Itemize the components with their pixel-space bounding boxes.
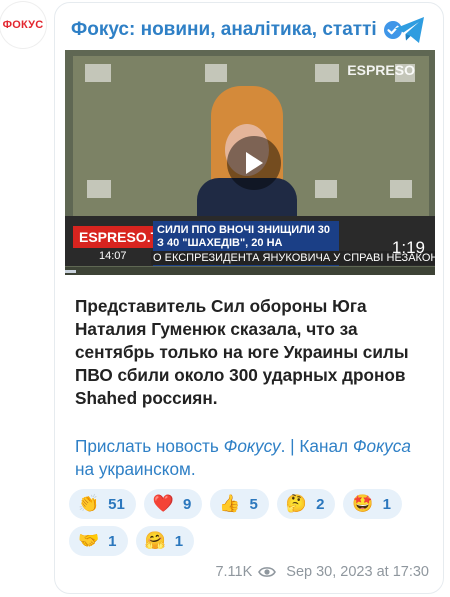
reaction-count: 2 xyxy=(316,495,325,513)
channel-watermark: ESPRESO xyxy=(347,62,415,78)
reaction-emoji-icon: 🤝 xyxy=(78,531,100,551)
channel-title[interactable]: Фокус: новини, аналітика, статті xyxy=(71,19,377,41)
message-text: Представитель Сил обороны Юга Наталия Гу… xyxy=(75,296,409,408)
reaction-count: 1 xyxy=(108,532,117,550)
message-links: Прислать новость Фокусу. | Канал Фокуса … xyxy=(75,435,431,481)
reaction-button[interactable]: 🤝 1 xyxy=(69,526,128,556)
video-player[interactable]: ESPRESO ESPRESO.TV СИЛИ ППО ВНОЧІ ЗНИЩИЛ… xyxy=(65,50,435,275)
reaction-button[interactable]: 🤗 1 xyxy=(135,526,195,556)
reaction-count: 9 xyxy=(183,495,192,513)
reaction-button[interactable]: 👍 5 xyxy=(210,489,269,519)
play-icon xyxy=(246,152,263,174)
video-progress-fill xyxy=(65,270,77,273)
reaction-emoji-icon: 🤗 xyxy=(144,531,166,551)
reaction-count: 51 xyxy=(108,495,125,513)
send-news-link[interactable]: Прислать новость Фокусу xyxy=(75,436,281,456)
views-eye-icon xyxy=(258,567,277,577)
link-separator: . | xyxy=(280,436,300,456)
reaction-emoji-icon: 🤩 xyxy=(352,494,374,514)
ticker-time: 14:07 xyxy=(99,250,127,262)
play-button[interactable] xyxy=(227,136,281,190)
message-bubble: Фокус: новини, аналітика, статті ESPRESO… xyxy=(54,2,444,594)
telegram-icon[interactable] xyxy=(393,15,427,45)
message-header: Фокус: новини, аналітика, статті xyxy=(71,15,429,45)
video-duration: 1:19 xyxy=(391,238,425,257)
reaction-emoji-icon: 🤔 xyxy=(285,494,308,514)
video-progress-bar[interactable] xyxy=(65,267,435,275)
view-count: 7.11K xyxy=(215,564,253,580)
reaction-button[interactable]: ❤️ 9 xyxy=(143,489,203,519)
reaction-count: 1 xyxy=(382,495,391,513)
reaction-emoji-icon: ❤️ xyxy=(152,494,175,514)
reaction-emoji-icon: 👍 xyxy=(219,494,241,514)
reaction-button[interactable]: 🤔 2 xyxy=(276,489,336,519)
post-date[interactable]: Sep 30, 2023 at 17:30 xyxy=(286,564,429,580)
reactions-bar: 👏 51 ❤️ 9 👍 5 🤔 2 🤩 1 🤝 1 🤗 1 xyxy=(69,489,439,556)
reaction-button[interactable]: 👏 51 xyxy=(69,489,136,519)
reaction-emoji-icon: 👏 xyxy=(78,494,100,514)
reaction-count: 1 xyxy=(174,532,184,550)
message-meta: 7.11K Sep 30, 2023 at 17:30 xyxy=(215,564,429,580)
channel-avatar[interactable]: ФОКУС xyxy=(0,2,46,48)
avatar-logo-text: ФОКУС xyxy=(2,19,44,31)
reaction-button[interactable]: 🤩 1 xyxy=(343,489,402,519)
reaction-count: 5 xyxy=(249,495,258,513)
